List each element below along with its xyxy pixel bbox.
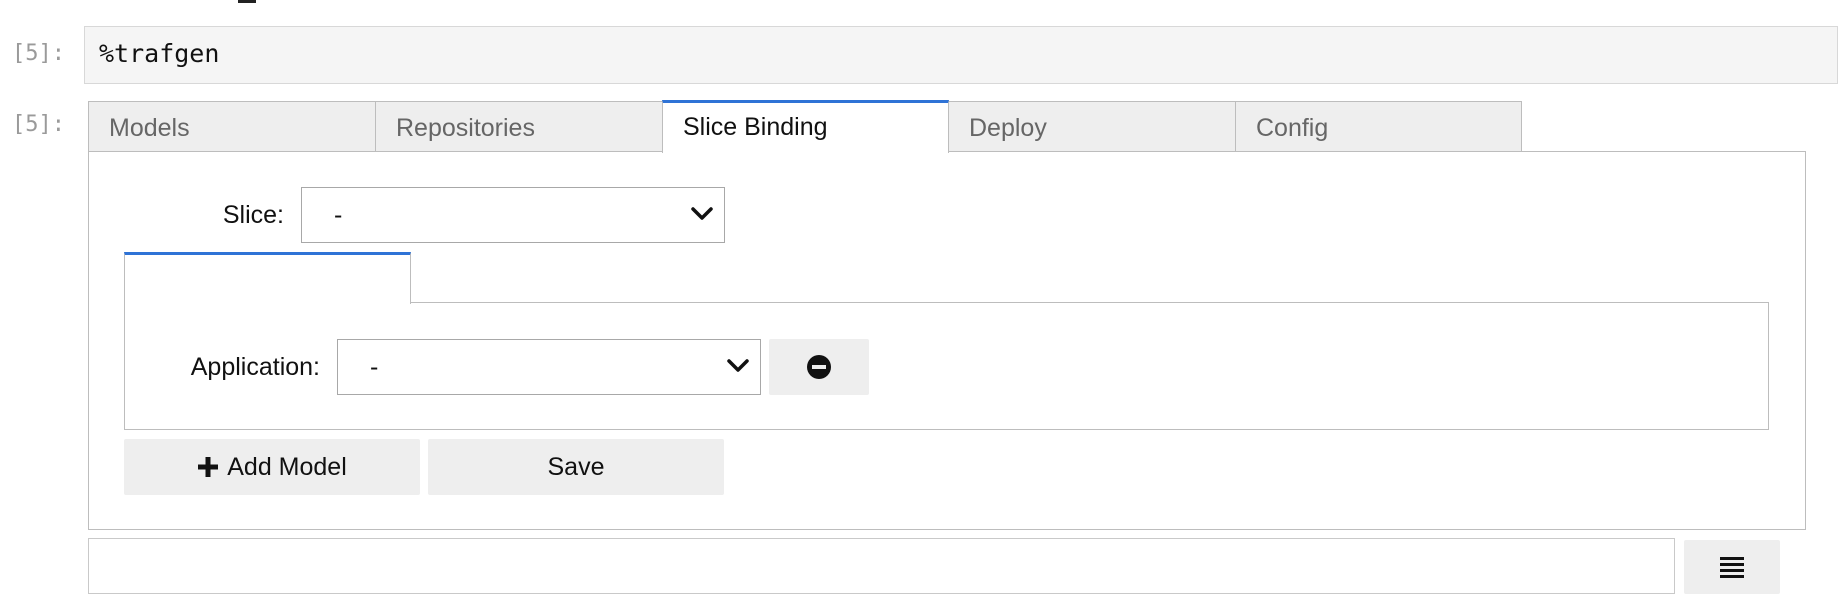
chevron-down-icon — [727, 359, 749, 372]
scrolled-text-fragment — [238, 0, 256, 3]
list-lines-icon — [1720, 557, 1744, 578]
application-label: Application: — [190, 353, 320, 381]
tab-repositories[interactable]: Repositories — [375, 101, 663, 152]
tab-slice-binding[interactable]: Slice Binding — [662, 100, 949, 153]
tab-models[interactable]: Models — [88, 101, 376, 152]
application-select[interactable]: - — [337, 339, 761, 395]
save-label: Save — [547, 452, 605, 481]
add-model-button[interactable]: Add Model — [124, 439, 420, 495]
remove-application-button[interactable] — [769, 339, 869, 395]
tab-config[interactable]: Config — [1235, 101, 1522, 152]
application-select-value: - — [370, 353, 379, 381]
slice-label: Slice: — [222, 201, 284, 229]
add-model-label: Add Model — [227, 452, 347, 481]
tab-deploy[interactable]: Deploy — [948, 101, 1236, 152]
sub-tab-active[interactable] — [124, 252, 411, 304]
code-cell-input[interactable]: %trafgen — [84, 26, 1838, 84]
plus-icon — [198, 457, 219, 477]
slice-select[interactable]: - — [301, 187, 725, 243]
minus-circle-icon — [807, 355, 831, 379]
save-button[interactable]: Save — [428, 439, 724, 495]
output-prompt: [5]: — [12, 112, 65, 137]
chevron-down-icon — [691, 207, 713, 220]
input-prompt: [5]: — [12, 41, 65, 66]
output-text-field[interactable] — [88, 538, 1675, 594]
menu-button[interactable] — [1684, 540, 1780, 594]
slice-select-value: - — [334, 201, 343, 229]
